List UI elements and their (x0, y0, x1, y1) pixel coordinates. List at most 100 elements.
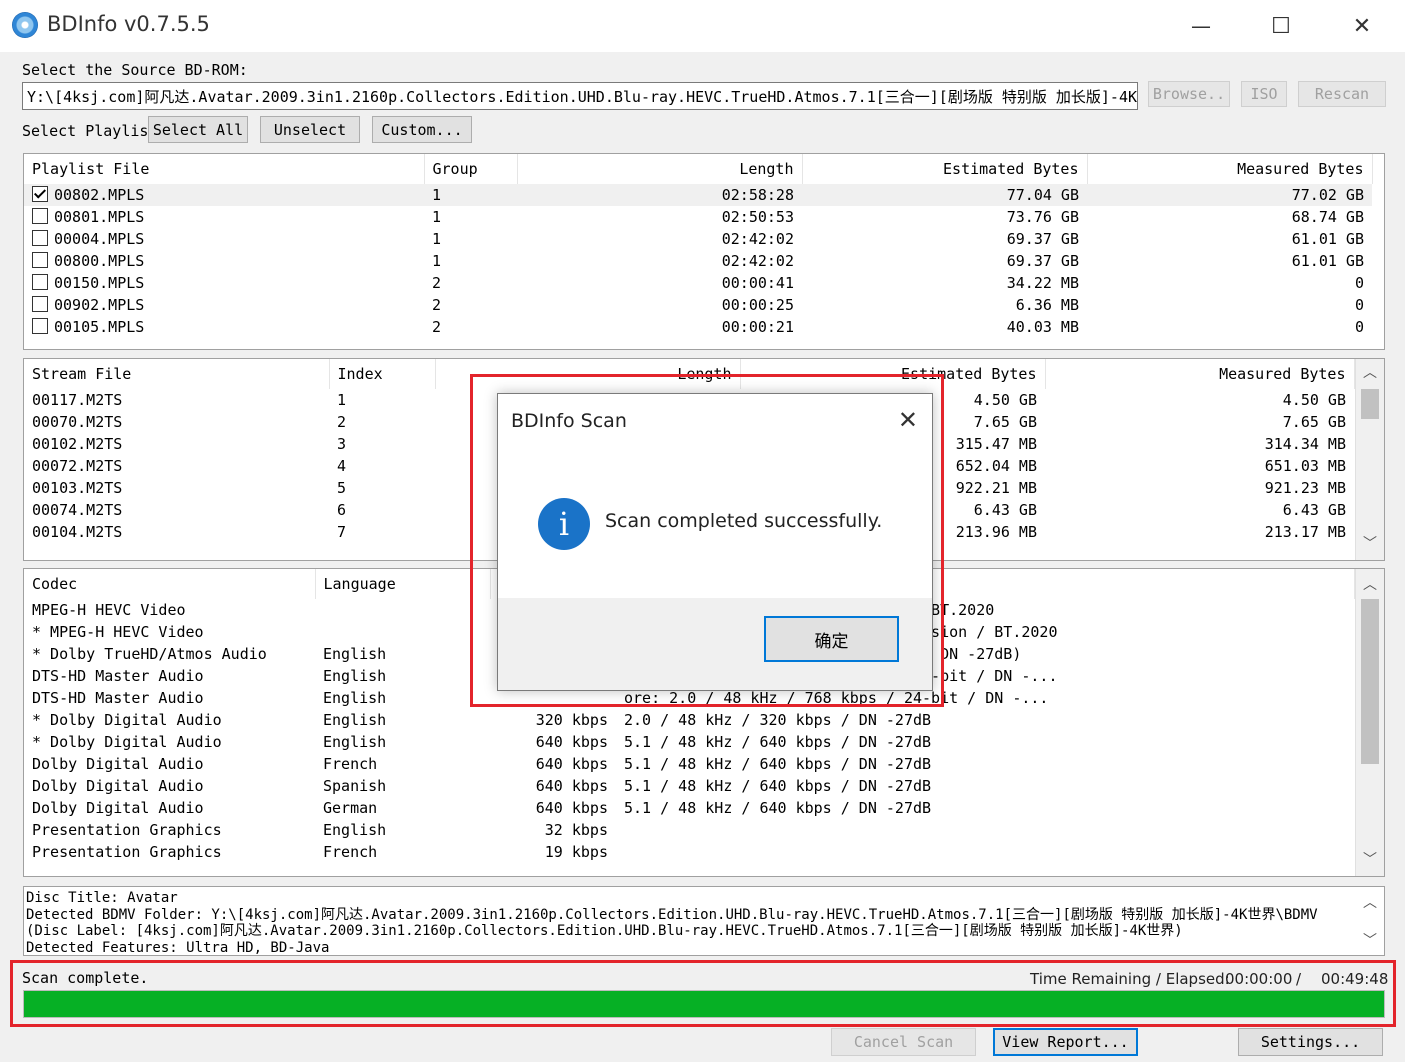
scroll-up-icon[interactable]: ︿ (1356, 361, 1384, 385)
header-length[interactable]: Length (517, 154, 803, 184)
custom-button[interactable]: Custom... (372, 116, 472, 143)
cancel-scan-button[interactable]: Cancel Scan (831, 1028, 976, 1056)
codec-bitrate: 640 kbps (535, 755, 608, 773)
playlist-checkbox[interactable] (32, 208, 48, 224)
playlist-length: 02:42:02 (721, 230, 794, 248)
codec-bitrate: 32 kbps (544, 821, 608, 839)
playlist-estimated-bytes: 40.03 MB (1006, 318, 1079, 336)
playlist-file-name: 00150.MPLS (54, 274, 145, 292)
playlist-row[interactable]: 00902.MPLS 2 00:00:25 6.36 MB 0 (24, 294, 1372, 316)
playlist-measured-bytes: 0 (1354, 274, 1364, 292)
scroll-thumb[interactable] (1361, 599, 1379, 764)
codec-row[interactable]: Dolby Digital Audio Spanish 640 kbps 5.1 / … (24, 775, 1354, 797)
select-all-button[interactable]: Select All (148, 116, 248, 143)
scroll-down-icon[interactable]: ﹀ (1356, 532, 1384, 556)
playlist-group: 1 (432, 252, 442, 270)
header-stream-measured[interactable]: Measured Bytes (1045, 359, 1355, 389)
maximize-button[interactable]: ☐ (1241, 0, 1321, 52)
browse-button[interactable]: Browse.. (1148, 81, 1230, 107)
view-report-button[interactable]: View Report... (993, 1028, 1138, 1056)
playlist-checkbox[interactable] (32, 274, 48, 290)
scroll-down-icon[interactable]: ﹀ (1356, 929, 1384, 953)
playlist-file-cell: 00800.MPLS (24, 250, 424, 272)
codec-bitrate: 19 kbps (544, 843, 608, 861)
codec-description: 5.1 / 48 kHz / 640 kbps / DN -27dB (624, 799, 932, 817)
rescan-button[interactable]: Rescan (1298, 81, 1386, 107)
stream-measured-bytes: 314.34 MB (1264, 435, 1346, 453)
header-measured-bytes[interactable]: Measured Bytes (1087, 154, 1373, 184)
playlist-checkbox[interactable] (32, 296, 48, 312)
minimize-button[interactable]: — (1161, 0, 1241, 52)
playlist-row[interactable]: 00802.MPLS 1 02:58:28 77.04 GB 77.02 GB (24, 184, 1372, 206)
playlist-measured-bytes: 0 (1354, 296, 1364, 314)
playlist-row[interactable]: 00800.MPLS 1 02:42:02 69.37 GB 61.01 GB (24, 250, 1372, 272)
header-estimated-bytes[interactable]: Estimated Bytes (802, 154, 1088, 184)
playlist-checkbox[interactable] (32, 230, 48, 246)
scroll-down-icon[interactable]: ﹀ (1356, 848, 1384, 872)
scroll-up-icon[interactable]: ︿ (1356, 891, 1384, 915)
codec-name: Dolby Digital Audio (32, 755, 204, 773)
playlist-checkbox[interactable] (32, 186, 48, 202)
title-bar: BDInfo v0.7.5.5 — ☐ ✕ (0, 0, 1405, 52)
window-title: BDInfo v0.7.5.5 (47, 12, 210, 36)
header-group[interactable]: Group (424, 154, 518, 184)
playlist-table[interactable]: Playlist File Group Length Estimated Byt… (23, 153, 1385, 350)
stream-file: 00074.M2TS (32, 501, 123, 519)
playlist-row[interactable]: 00004.MPLS 1 02:42:02 69.37 GB 61.01 GB (24, 228, 1372, 250)
header-playlist-file[interactable]: Playlist File (24, 154, 425, 184)
playlist-group: 2 (432, 296, 442, 314)
header-language[interactable]: Language (315, 569, 491, 599)
codec-language: English (323, 711, 387, 729)
codec-row[interactable]: * Dolby Digital Audio English 320 kbps 2.0 … (24, 709, 1354, 731)
codec-row[interactable]: Presentation Graphics English 32 kbps (24, 819, 1354, 841)
header-index[interactable]: Index (329, 359, 436, 389)
codec-row[interactable]: Dolby Digital Audio French 640 kbps 5.1 / 4… (24, 753, 1354, 775)
playlist-length: 02:50:53 (721, 208, 794, 226)
disc-info-line: Detected Features: Ultra HD, BD-Java (26, 939, 330, 956)
playlist-file-cell: 00105.MPLS (24, 316, 424, 338)
codec-language: German (323, 799, 378, 817)
iso-button[interactable]: ISO (1241, 81, 1287, 107)
unselect-button[interactable]: Unselect (260, 116, 360, 143)
playlist-length: 02:58:28 (721, 186, 794, 204)
codec-description: 5.1 / 48 kHz / 640 kbps / DN -27dB (624, 733, 932, 751)
playlist-row[interactable]: 00150.MPLS 2 00:00:41 34.22 MB 0 (24, 272, 1372, 294)
dialog-highlight-box (470, 374, 944, 707)
playlist-row[interactable]: 00105.MPLS 2 00:00:21 40.03 MB 0 (24, 316, 1372, 338)
scroll-thumb[interactable] (1361, 389, 1379, 419)
playlist-row[interactable]: 00801.MPLS 1 02:50:53 73.76 GB 68.74 GB (24, 206, 1372, 228)
header-stream-file[interactable]: Stream File (24, 359, 330, 389)
disc-info-line: Detected BDMV Folder: Y:\[4ksj.com]阿凡达.A… (26, 906, 1318, 923)
header-codec[interactable]: Codec (24, 569, 316, 599)
playlist-estimated-bytes: 77.04 GB (1006, 186, 1079, 204)
info-scrollbar[interactable]: ︿ ﹀ (1356, 887, 1384, 955)
stream-index: 2 (337, 413, 347, 431)
playlist-estimated-bytes: 69.37 GB (1006, 230, 1079, 248)
playlist-checkbox[interactable] (32, 252, 48, 268)
codec-name: * MPEG-H HEVC Video (32, 623, 204, 641)
playlist-estimated-bytes: 6.36 MB (1015, 296, 1079, 314)
close-button[interactable]: ✕ (1322, 0, 1402, 52)
codec-row[interactable]: Presentation Graphics French 19 kbps (24, 841, 1354, 863)
source-path-input[interactable]: Y:\[4ksj.com]阿凡达.Avatar.2009.3in1.2160p.… (22, 82, 1138, 110)
codec-name: MPEG-H HEVC Video (32, 601, 186, 619)
playlist-group: 1 (432, 230, 442, 248)
codec-language: English (323, 667, 387, 685)
stream-index: 6 (337, 501, 347, 519)
playlist-group: 2 (432, 274, 442, 292)
select-playlist-label: Select Playlist (22, 122, 158, 140)
scroll-up-icon[interactable]: ︿ (1356, 573, 1384, 597)
codec-language (315, 621, 490, 643)
playlist-estimated-bytes: 73.76 GB (1006, 208, 1079, 226)
disc-info-textarea[interactable]: Disc Title: Avatar Detected BDMV Folder:… (23, 886, 1385, 956)
codec-bitrate: 320 kbps (535, 711, 608, 729)
playlist-group: 2 (432, 318, 442, 336)
stream-scrollbar[interactable]: ︿ ﹀ (1355, 359, 1384, 560)
playlist-checkbox[interactable] (32, 318, 48, 334)
codec-scrollbar[interactable]: ︿ ﹀ (1355, 569, 1384, 876)
codec-language: French (323, 843, 378, 861)
codec-name: * Dolby Digital Audio (32, 733, 222, 751)
codec-row[interactable]: * Dolby Digital Audio English 640 kbps 5.1 … (24, 731, 1354, 753)
settings-button[interactable]: Settings... (1238, 1028, 1383, 1056)
codec-row[interactable]: Dolby Digital Audio German 640 kbps 5.1 / 4… (24, 797, 1354, 819)
